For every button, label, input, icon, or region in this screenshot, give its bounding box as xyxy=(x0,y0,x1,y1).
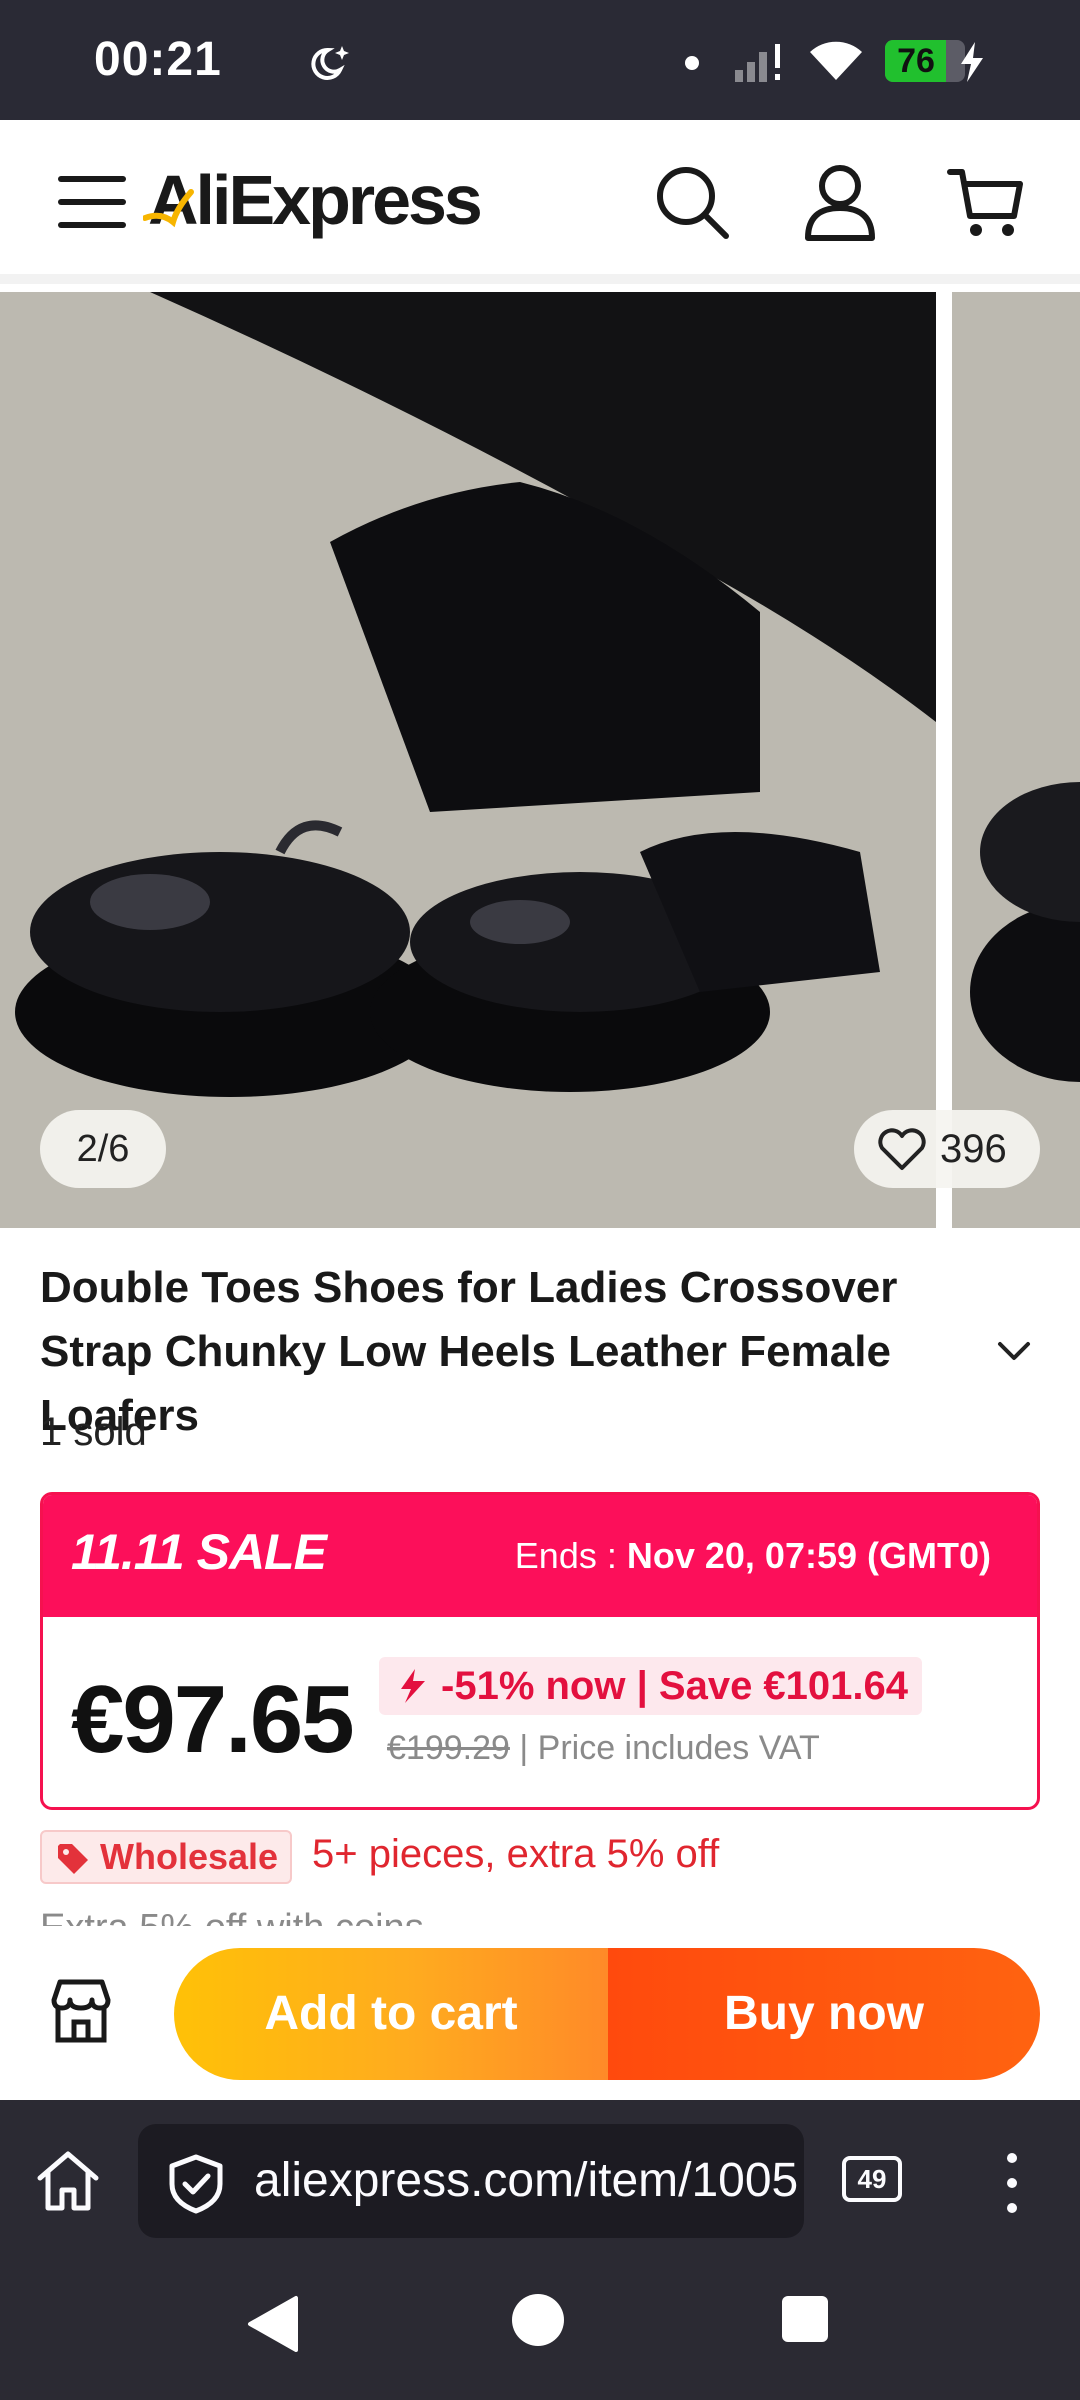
menu-icon[interactable] xyxy=(58,172,128,232)
store-icon[interactable] xyxy=(48,1978,114,2044)
logo-swoosh-icon xyxy=(143,189,194,228)
sale-ends: Ends : Nov 20, 07:59 (GMT0) xyxy=(515,1535,991,1577)
discount-badge: -51% now | Save €101.64 xyxy=(379,1657,923,1715)
signal-icon xyxy=(735,44,780,82)
search-icon[interactable] xyxy=(652,162,732,242)
shield-icon[interactable] xyxy=(168,2154,224,2214)
notification-dot xyxy=(685,56,699,70)
wifi-icon xyxy=(810,41,862,80)
moon-icon xyxy=(311,46,349,80)
sale-ends-value: Nov 20, 07:59 (GMT0) xyxy=(626,1535,991,1576)
coins-text: Extra 5% off with coins xyxy=(40,1902,424,1926)
wholesale-badge-label: Wholesale xyxy=(100,1836,279,1877)
home-icon[interactable] xyxy=(36,2150,100,2212)
system-nav-bar xyxy=(0,2250,1080,2400)
browser-toolbar: aliexpress.com/item/1005 49 xyxy=(0,2100,1080,2250)
old-price: €199.29 xyxy=(387,1729,510,1767)
status-time: 00:21 xyxy=(94,33,222,86)
battery-icon: 76 xyxy=(885,40,965,82)
wholesale-badge: Wholesale xyxy=(40,1830,292,1884)
product-gallery[interactable]: 2/6 396 xyxy=(0,292,1080,1228)
vat-note: | Price includes VAT xyxy=(519,1729,820,1767)
sale-ends-label: Ends : xyxy=(514,1535,617,1576)
home-nav-button[interactable] xyxy=(512,2294,564,2346)
action-bar: Add to cart Buy now xyxy=(0,1926,1080,2100)
account-icon[interactable] xyxy=(800,162,880,242)
more-icon[interactable] xyxy=(1000,2150,1024,2216)
sale-title: 11.11 SALE xyxy=(71,1524,327,1580)
discount-text: -51% now | Save €101.64 xyxy=(441,1664,909,1708)
favorites-count: 396 xyxy=(940,1127,1007,1171)
add-to-cart-button[interactable]: Add to cart xyxy=(174,1948,608,2080)
wholesale-text: 5+ pieces, extra 5% off xyxy=(312,1832,720,1876)
image-page-indicator: 2/6 xyxy=(40,1110,166,1188)
url-text[interactable]: aliexpress.com/item/1005 xyxy=(254,2124,798,2238)
chevron-down-icon[interactable] xyxy=(996,1340,1032,1364)
recents-button[interactable] xyxy=(782,2296,828,2342)
tabs-button[interactable]: 49 xyxy=(842,2156,902,2202)
old-price-line: €199.29 | Price includes VAT xyxy=(387,1729,820,1768)
site-header: AliExpress xyxy=(0,120,1080,284)
buy-now-button[interactable]: Buy now xyxy=(608,1948,1040,2080)
heart-icon xyxy=(878,1128,926,1170)
product-title: Double Toes Shoes for Ladies Crossover S… xyxy=(40,1263,898,1440)
url-bar[interactable]: aliexpress.com/item/1005 xyxy=(138,2124,804,2238)
battery-text: 76 xyxy=(897,42,935,80)
flame-icon xyxy=(401,1669,425,1703)
cart-icon[interactable] xyxy=(946,162,1026,242)
wishlist-button[interactable]: 396 xyxy=(854,1110,1040,1188)
product-photo[interactable] xyxy=(0,292,936,1228)
status-bar: 00:21 76 xyxy=(0,0,1080,120)
current-price: €97.65 xyxy=(71,1666,355,1773)
sale-banner: 11.11 SALE Ends : Nov 20, 07:59 (GMT0) xyxy=(43,1495,1037,1617)
sold-count: 1 sold xyxy=(40,1410,147,1454)
charging-icon xyxy=(961,42,983,82)
next-product-photo[interactable] xyxy=(952,292,1080,1228)
back-icon[interactable] xyxy=(246,2294,300,2354)
sale-price-card: 11.11 SALE Ends : Nov 20, 07:59 (GMT0) €… xyxy=(40,1492,1040,1810)
tag-icon xyxy=(58,1844,88,1874)
